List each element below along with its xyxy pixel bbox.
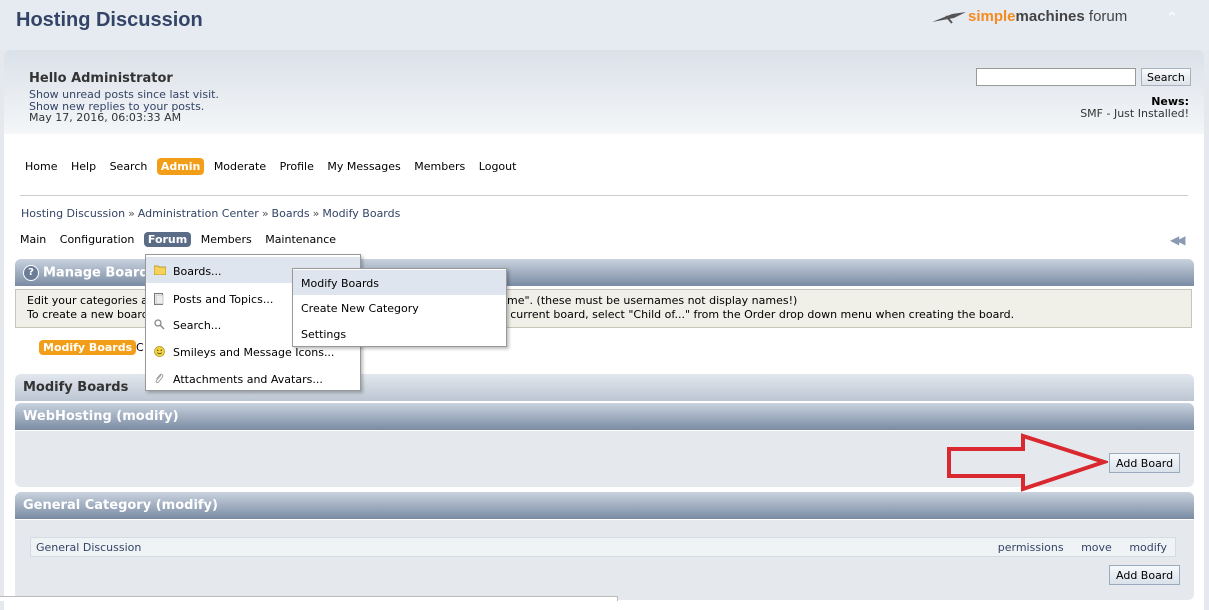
smiley-icon bbox=[154, 346, 165, 360]
submenu-item-create-category[interactable]: Create New Category bbox=[293, 295, 506, 320]
smf-logo[interactable]: simplemachines forum bbox=[932, 8, 1127, 25]
nav-profile[interactable]: Profile bbox=[276, 158, 318, 175]
nav-moderate[interactable]: Moderate bbox=[210, 158, 270, 175]
admin-tab-forum[interactable]: Forum bbox=[143, 232, 192, 247]
info-line-2-tail: a current board, select "Child of..." fr… bbox=[500, 308, 1015, 321]
header-bar: Hosting Discussion simplemachines forum … bbox=[0, 0, 1209, 50]
red-arrow-annotation bbox=[947, 433, 1108, 492]
nav-my-messages[interactable]: My Messages bbox=[323, 158, 404, 175]
smf-logo-icon bbox=[932, 12, 966, 24]
board-row: General Discussion permissions move modi… bbox=[30, 537, 1176, 557]
tab-modify-boards[interactable]: Modify Boards bbox=[39, 340, 137, 355]
bottom-panel-edge bbox=[0, 596, 618, 601]
nav-help[interactable]: Help bbox=[67, 158, 100, 175]
submenu-item-modify-boards[interactable]: Modify Boards bbox=[293, 270, 506, 295]
submenu-item-settings[interactable]: Settings bbox=[293, 321, 506, 346]
forum-title[interactable]: Hosting Discussion bbox=[16, 9, 203, 32]
paperclip-icon bbox=[154, 373, 164, 387]
logo-machines: machines bbox=[1015, 8, 1085, 25]
divider bbox=[20, 195, 1188, 196]
menu-item-label: Search... bbox=[173, 319, 222, 332]
document-icon bbox=[154, 293, 164, 308]
board-modify-link[interactable]: modify bbox=[1129, 541, 1167, 554]
manage-boards-title: Manage Boards bbox=[43, 265, 157, 281]
magnifier-icon bbox=[154, 319, 165, 333]
add-board-button[interactable]: Add Board bbox=[1109, 453, 1181, 473]
double-left-arrow-icon[interactable]: ◀◀ bbox=[1170, 233, 1186, 247]
nav-logout[interactable]: Logout bbox=[475, 158, 521, 175]
admin-tab-maintenance[interactable]: Maintenance bbox=[261, 232, 340, 247]
news-text: SMF - Just Installed! bbox=[1080, 107, 1189, 120]
board-move-link[interactable]: move bbox=[1081, 541, 1112, 554]
nav-home[interactable]: Home bbox=[21, 158, 61, 175]
main-menu: Home Help Search Admin Moderate Profile … bbox=[21, 158, 522, 178]
menu-item-label: Posts and Topics... bbox=[173, 293, 274, 306]
category-name[interactable]: WebHosting (modify) bbox=[23, 409, 179, 424]
boards-submenu: Modify Boards Create New Category Settin… bbox=[292, 268, 507, 347]
info-line-1-tail: me". (these must be usernames not displa… bbox=[507, 294, 798, 307]
menu-item-label: Boards... bbox=[173, 265, 222, 278]
search-button[interactable]: Search bbox=[1141, 68, 1191, 86]
category-name[interactable]: General Category (modify) bbox=[23, 498, 218, 513]
current-date: May 17, 2016, 06:03:33 AM bbox=[29, 111, 182, 124]
board-permissions-link[interactable]: permissions bbox=[998, 541, 1064, 554]
help-icon[interactable]: ? bbox=[23, 265, 39, 281]
add-board-button[interactable]: Add Board bbox=[1109, 565, 1181, 585]
category-header: General Category (modify) bbox=[15, 492, 1194, 519]
info-line-2: To create a new board bbox=[27, 308, 149, 321]
admin-tab-configuration[interactable]: Configuration bbox=[56, 232, 139, 247]
breadcrumb-item[interactable]: Boards bbox=[272, 207, 310, 220]
admin-tab-main[interactable]: Main bbox=[16, 232, 50, 247]
breadcrumb-item[interactable]: Administration Center bbox=[138, 207, 259, 220]
tab-create-category[interactable]: C bbox=[136, 341, 144, 354]
breadcrumb-item[interactable]: Hosting Discussion bbox=[21, 207, 125, 220]
category-header: WebHosting (modify) bbox=[15, 403, 1194, 430]
info-line-1: Edit your categories a bbox=[27, 294, 148, 307]
nav-admin[interactable]: Admin bbox=[156, 158, 205, 175]
menu-item-label: Smileys and Message Icons... bbox=[173, 346, 335, 359]
category-panel bbox=[15, 520, 1194, 600]
search-input[interactable] bbox=[976, 68, 1136, 86]
admin-tab-members[interactable]: Members bbox=[197, 232, 256, 247]
admin-menu: Main Configuration Forum Members Mainten… bbox=[16, 232, 342, 247]
nav-members[interactable]: Members bbox=[410, 158, 469, 175]
logo-forum: forum bbox=[1084, 8, 1128, 25]
folder-icon bbox=[153, 265, 167, 278]
menu-item-label: Attachments and Avatars... bbox=[173, 373, 323, 386]
collapse-icon[interactable]: ⌃ bbox=[1166, 10, 1178, 26]
breadcrumb-item[interactable]: Modify Boards bbox=[322, 207, 400, 220]
greeting: Hello Administrator bbox=[29, 71, 173, 86]
menu-item-attachments[interactable]: Attachments and Avatars... bbox=[146, 365, 360, 391]
logo-simple: simple bbox=[968, 8, 1016, 25]
board-name[interactable]: General Discussion bbox=[36, 541, 141, 554]
nav-search[interactable]: Search bbox=[106, 158, 152, 175]
breadcrumb: Hosting Discussion» Administration Center… bbox=[21, 207, 401, 220]
